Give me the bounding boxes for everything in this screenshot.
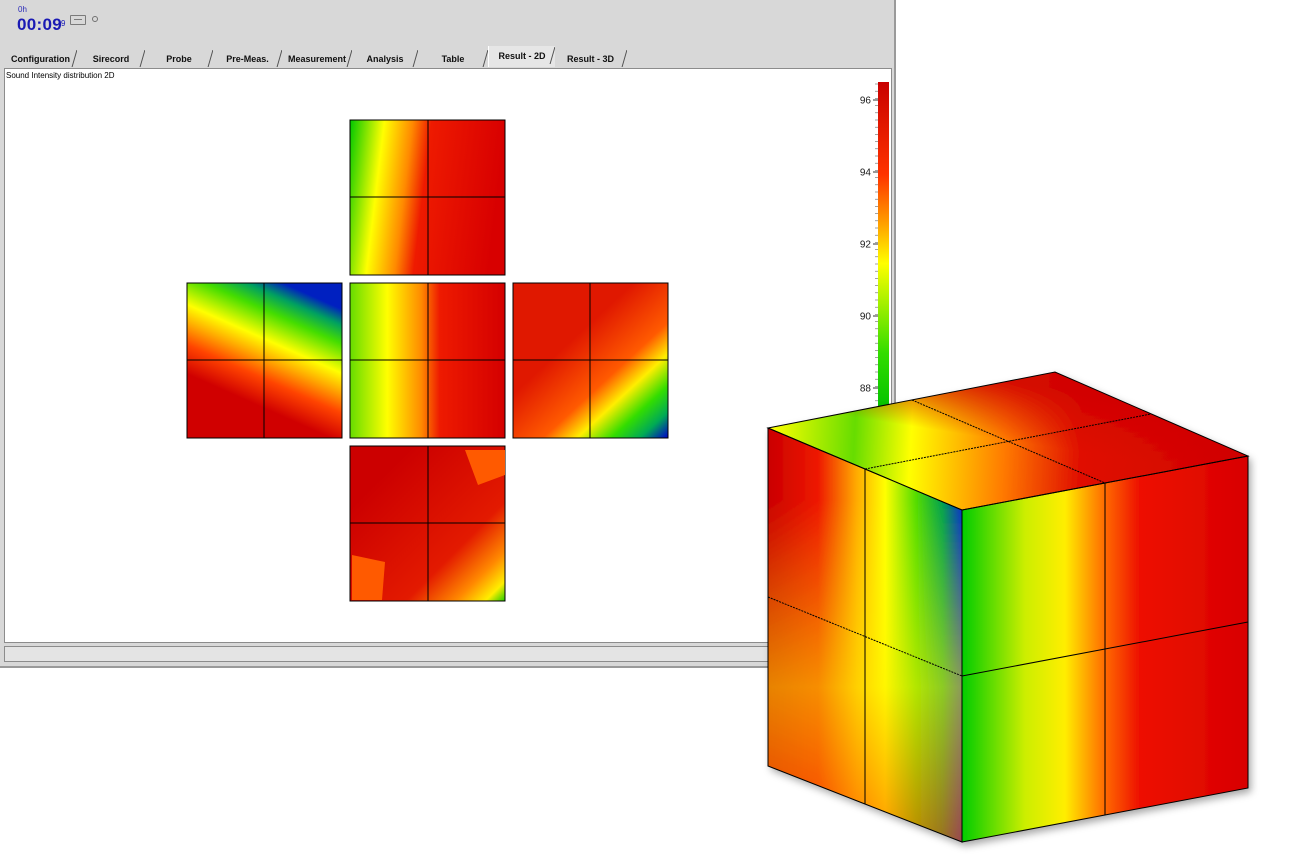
cube-faces	[768, 372, 1248, 842]
cube-3d-view	[766, 371, 1250, 843]
